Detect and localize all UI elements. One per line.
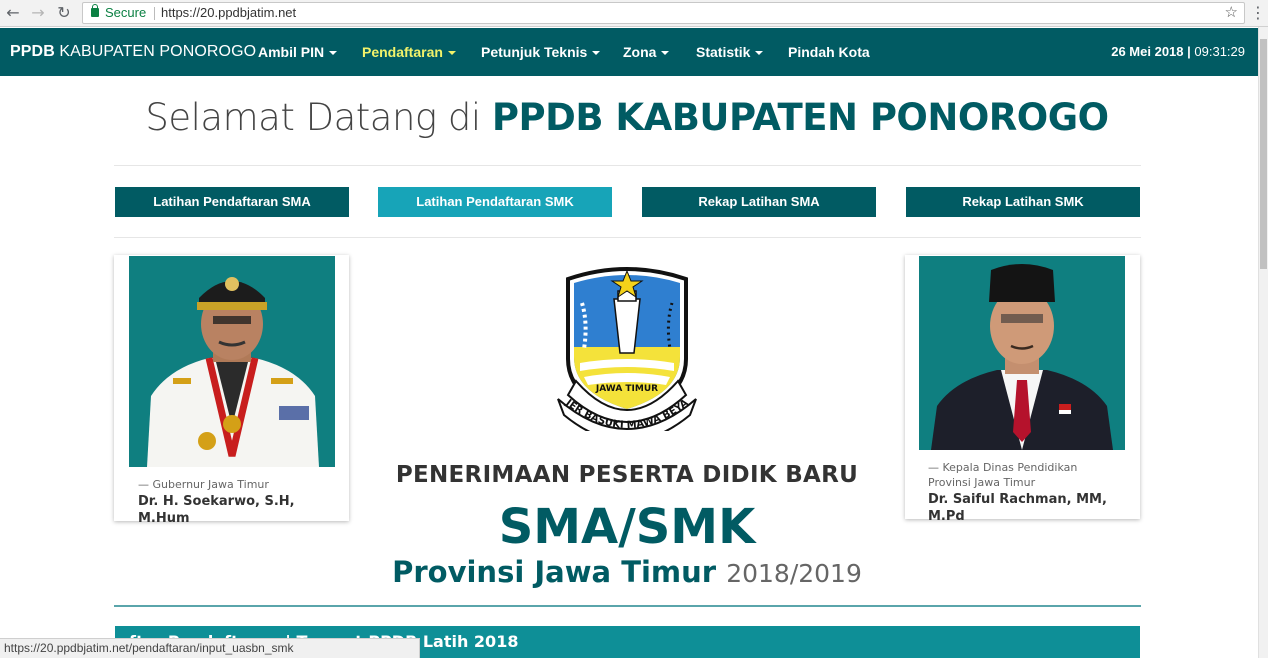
brand-rest: KABUPATEN PONOROGO [54,43,257,60]
nav-pendaftaran[interactable]: Pendaftaran [362,28,456,76]
jawa-timur-emblem-logo: JAWA TIMUR JER BASUKI MAWA BEYA [554,263,700,442]
address-separator [154,7,155,20]
caret-down-icon [661,51,670,55]
secure-label: Secure [105,5,147,20]
nav-ambil-pin[interactable]: Ambil PIN [258,28,338,76]
title-highlight: PPDB KABUPATEN PONOROGO [491,96,1109,139]
site-brand[interactable]: PPDB KABUPATEN PONOROGO [10,28,256,76]
section-divider [114,605,1141,607]
education-head-photo [919,256,1125,450]
scrollbar-thumb[interactable] [1260,39,1267,269]
province-text: Provinsi Jawa Timur [392,555,717,589]
education-head-portrait-image [919,256,1125,450]
back-arrow-icon[interactable]: ← [3,3,23,23]
caret-down-icon [755,51,764,55]
date-separator: | [1183,44,1195,59]
emblem-ribbon-text: JAWA TIMUR [595,384,658,394]
bookmark-star-icon[interactable]: ☆ [1225,3,1238,23]
rekap-sma-button[interactable]: Rekap Latihan SMA [642,187,876,217]
page-scrollbar[interactable] [1258,27,1268,658]
nav-statistik[interactable]: Statistik [696,28,764,76]
url-text[interactable]: https://20.ppdbjatim.net [161,3,296,23]
nav-label: Pendaftaran [362,44,443,60]
caret-down-icon [329,51,338,55]
page-title: Selamat Datang di PPDB KABUPATEN PONOROG… [0,96,1254,139]
rekap-smk-button[interactable]: Rekap Latihan SMK [906,187,1140,217]
divider [114,237,1141,238]
date-text: 26 Mei 2018 [1111,44,1184,59]
nav-label: Statistik [696,44,751,60]
nav-label: Ambil PIN [258,44,325,60]
time-text: 09:31:29 [1194,44,1245,59]
caret-down-icon [447,51,456,55]
title-prefix: Selamat Datang di [145,96,492,139]
nav-label: Pindah Kota [788,44,870,60]
center-subtitle: Provinsi Jawa Timur 2018/2019 [0,554,1254,592]
emblem-svg: JAWA TIMUR JER BASUKI MAWA BEYA [557,267,697,442]
lock-icon [91,4,99,17]
browser-menu-icon[interactable]: ⋮ [1250,3,1266,23]
date-time: 26 Mei 2018 | 09:31:29 [1111,28,1245,76]
brand-bold: PPDB [10,43,55,60]
governor-portrait-image [129,256,335,467]
forward-arrow-icon[interactable]: → [28,3,48,23]
latihan-sma-button[interactable]: Latihan Pendaftaran SMA [115,187,349,217]
center-big-title: SMA/SMK [498,499,756,555]
browser-status-bar: https://20.ppdbjatim.net/pendaftaran/inp… [0,638,420,658]
site-navbar: PPDB KABUPATEN PONOROGO Ambil PIN Pendaf… [0,28,1258,76]
latihan-smk-button[interactable]: Latihan Pendaftaran SMK [378,187,612,217]
divider [114,165,1141,166]
browser-toolbar: ← → ↻ Secure https://20.ppdbjatim.net ☆ … [0,0,1268,27]
caret-down-icon [592,51,601,55]
nav-label: Zona [623,44,657,60]
center-title: PENERIMAAN PESERTA DIDIK BARU [395,462,859,488]
governor-photo [129,256,335,467]
nav-zona[interactable]: Zona [623,28,670,76]
nav-pindah-kota[interactable]: Pindah Kota [788,28,870,76]
reload-icon[interactable]: ↻ [54,3,74,23]
address-bar[interactable]: Secure https://20.ppdbjatim.net ☆ [82,2,1245,24]
nav-petunjuk-teknis[interactable]: Petunjuk Teknis [481,28,601,76]
nav-label: Petunjuk Teknis [481,44,588,60]
year-text: 2018/2019 [726,559,862,588]
